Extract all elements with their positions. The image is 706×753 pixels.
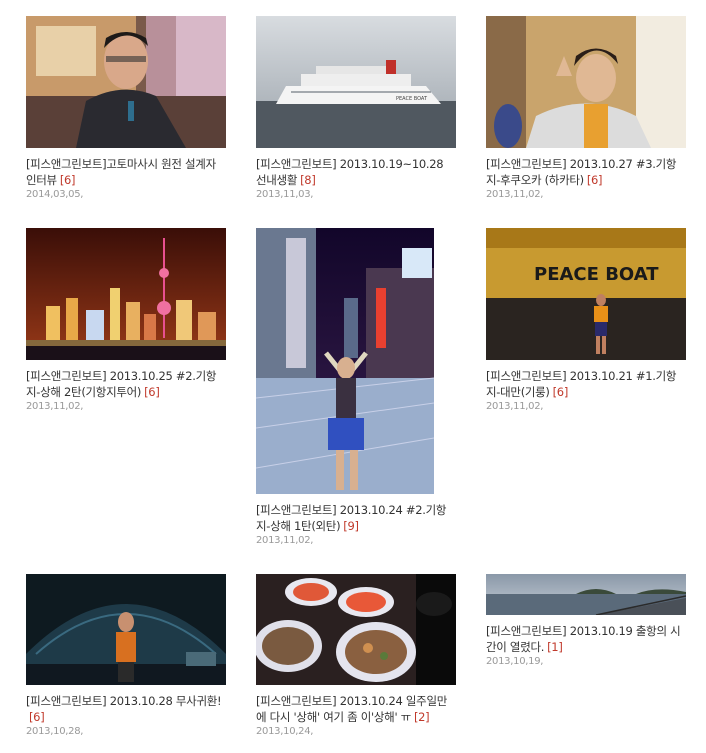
post-date: 2013,10,28, (26, 726, 84, 737)
post-thumbnail[interactable] (486, 574, 686, 615)
post-caption[interactable]: [피스앤그린보트] 2013.10.28 무사귀환! [6] (26, 693, 226, 725)
post-thumbnail[interactable] (256, 574, 456, 685)
post-thumbnail[interactable] (486, 16, 686, 148)
post-card[interactable]: [피스앤그린보트] 2013.10.24 일주일만에 다시 '상해' 여기 좀 … (256, 574, 456, 737)
comment-count: [6] (59, 173, 76, 187)
post-card[interactable]: [피스앤그린보트] 2013.10.19 출항의 시간이 열렸다. [1] 201… (486, 574, 686, 667)
comment-count: [6] (552, 385, 569, 399)
post-caption[interactable]: [피스앤그린보트] 2013.10.19~10.28 선내생활 [8] (256, 156, 456, 188)
aquarium-photo (26, 574, 226, 685)
comment-count: [6] (29, 710, 45, 724)
post-thumbnail[interactable] (256, 228, 434, 494)
post-card[interactable]: [피스앤그린보트] 2013.10.28 무사귀환! [6] 2013,10,28… (26, 574, 226, 737)
comment-count: [1] (547, 640, 563, 654)
comment-count: [9] (343, 519, 359, 533)
post-card[interactable]: PEACE BOAT [피스앤그린보트] 2013.10.21 #1.기항지-대… (486, 228, 686, 412)
interview-photo (26, 16, 226, 148)
post-title[interactable]: [피스앤그린보트] 2013.10.28 무사귀환! (26, 694, 222, 708)
post-caption[interactable]: [피스앤그린보트]고토마사시 원전 설계자 인터뷰 [6] (26, 156, 226, 188)
peace-boat-photo: PEACE BOAT (486, 228, 686, 360)
post-card[interactable]: [피스앤그린보트] 2013.10.25 #2.기항지-상해 2탄(기항지투어)… (26, 228, 226, 412)
comment-count: [2] (413, 710, 430, 724)
post-thumbnail[interactable] (26, 228, 226, 360)
post-date: 2013,11,02, (26, 401, 84, 412)
post-thumbnail[interactable]: PEACE BOAT (256, 16, 456, 148)
bund-photo (256, 228, 434, 494)
fukuoka-photo (486, 16, 686, 148)
post-caption[interactable]: [피스앤그린보트] 2013.10.24 #2.기항지-상해 1탄(외탄) [9] (256, 502, 456, 534)
post-date: 2013,10,24, (256, 726, 314, 737)
post-thumbnail[interactable]: PEACE BOAT (486, 228, 686, 360)
post-date: 2013,11,03, (256, 189, 314, 200)
post-thumbnail[interactable] (26, 16, 226, 148)
comment-count: [6] (144, 385, 160, 399)
post-thumbnail[interactable] (26, 574, 226, 685)
ship-name-text: PEACE BOAT (396, 96, 428, 102)
post-caption[interactable]: [피스앤그린보트] 2013.10.25 #2.기항지-상해 2탄(기항지투어)… (26, 368, 226, 400)
wall-text: PEACE BOAT (534, 264, 659, 285)
post-date: 2013,11,02, (486, 401, 544, 412)
food-photo (256, 574, 456, 685)
post-title[interactable]: [피스앤그린보트] 2013.10.25 #2.기항지-상해 2탄(기항지투어) (26, 369, 216, 399)
post-caption[interactable]: [피스앤그린보트] 2013.10.19 출항의 시간이 열렸다. [1] (486, 623, 686, 655)
post-title[interactable]: [피스앤그린보트]고토마사시 원전 설계자 인터뷰 (26, 157, 216, 187)
post-title[interactable]: [피스앤그린보트] 2013.10.27 #3.기항지-후쿠오카 (하카타) (486, 157, 676, 187)
post-date: 2013,11,02, (486, 189, 544, 200)
post-card[interactable]: [피스앤그린보트]고토마사시 원전 설계자 인터뷰 [6] 2014,03,05, (26, 16, 226, 200)
post-caption[interactable]: [피스앤그린보트] 2013.10.24 일주일만에 다시 '상해' 여기 좀 … (256, 693, 456, 725)
post-card[interactable]: [피스앤그린보트] 2013.10.24 #2.기항지-상해 1탄(외탄) [9]… (256, 228, 456, 546)
post-caption[interactable]: [피스앤그린보트] 2013.10.21 #1.기항지-대만(기룽) [6] (486, 368, 686, 400)
comment-count: [8] (300, 173, 316, 187)
post-card[interactable]: PEACE BOAT [피스앤그린보트] 2013.10.19~10.28 선내… (256, 16, 456, 200)
post-date: 2014,03,05, (26, 189, 84, 200)
ship-photo: PEACE BOAT (256, 16, 456, 148)
post-card[interactable]: [피스앤그린보트] 2013.10.27 #3.기항지-후쿠오카 (하카타) [6… (486, 16, 686, 200)
skyline-photo (26, 228, 226, 360)
post-date: 2013,11,02, (256, 535, 314, 546)
departure-photo (486, 574, 686, 615)
post-title[interactable]: [피스앤그린보트] 2013.10.19 출항의 시간이 열렸다. (486, 624, 681, 654)
post-date: 2013,10,19, (486, 656, 544, 667)
comment-count: [6] (586, 173, 603, 187)
post-caption[interactable]: [피스앤그린보트] 2013.10.27 #3.기항지-후쿠오카 (하카타) [6… (486, 156, 686, 188)
post-title[interactable]: [피스앤그린보트] 2013.10.21 #1.기항지-대만(기룽) (486, 369, 676, 399)
post-title[interactable]: [피스앤그린보트] 2013.10.19~10.28 선내생활 (256, 157, 444, 187)
